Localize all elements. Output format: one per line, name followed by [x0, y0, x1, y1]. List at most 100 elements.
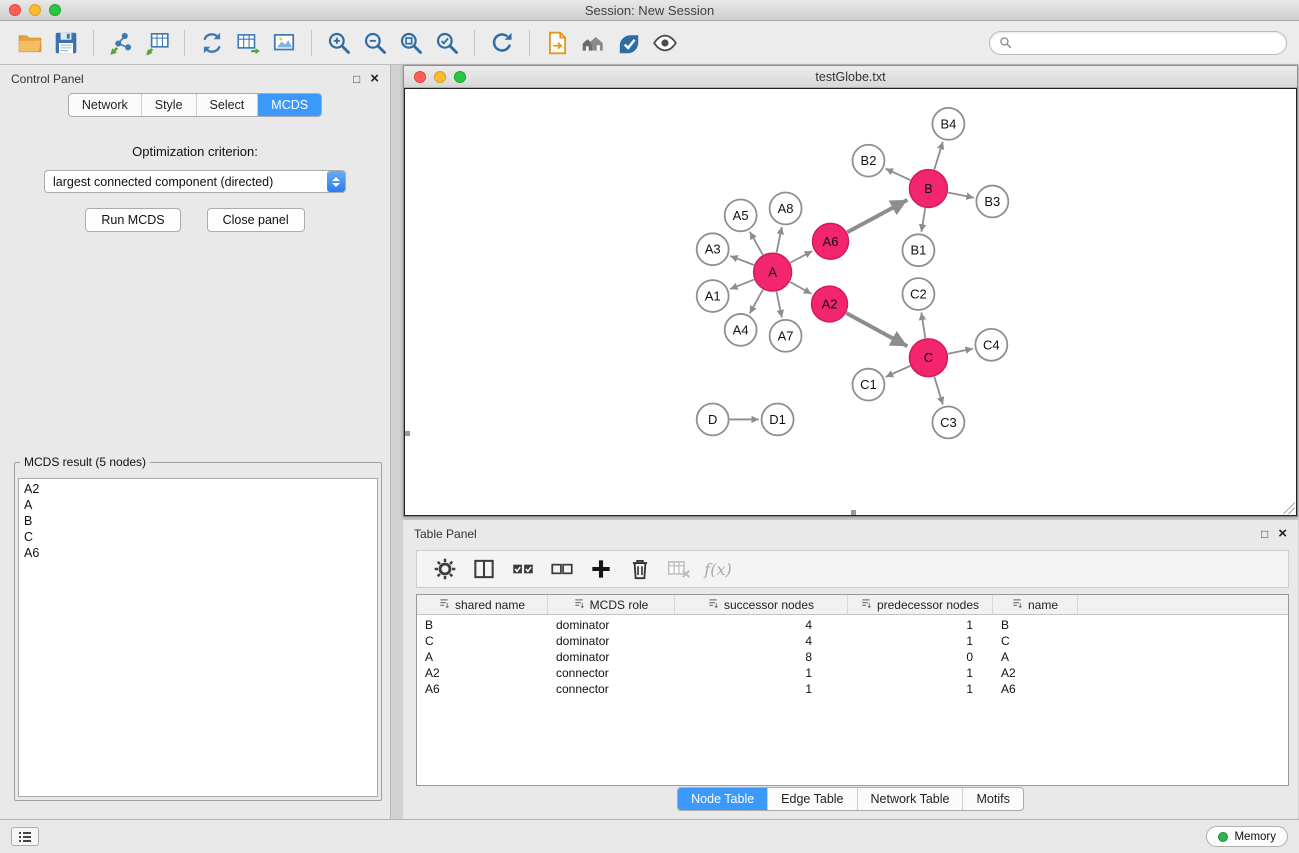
- mcds-result-item[interactable]: A2: [24, 481, 372, 497]
- network-minimize-button[interactable]: [434, 71, 446, 83]
- float-table-panel-icon[interactable]: □: [1261, 528, 1268, 540]
- edge-B-B3[interactable]: [948, 192, 974, 197]
- edge-B-B1[interactable]: [921, 208, 925, 232]
- node-D[interactable]: D: [697, 404, 729, 436]
- network-close-button[interactable]: [414, 71, 426, 83]
- zoom-in-icon[interactable]: [321, 27, 357, 59]
- node-A[interactable]: A: [754, 253, 792, 291]
- memory-button[interactable]: Memory: [1206, 826, 1288, 847]
- close-window-button[interactable]: [9, 4, 21, 16]
- import-table-from-file-icon[interactable]: [139, 27, 175, 59]
- edge-C-C2[interactable]: [921, 313, 925, 339]
- save-session-icon[interactable]: [48, 27, 84, 59]
- edge-A-A2[interactable]: [790, 282, 811, 294]
- minimize-window-button[interactable]: [29, 4, 41, 16]
- column-header-name[interactable]: name: [993, 595, 1078, 614]
- node-B2[interactable]: B2: [852, 145, 884, 177]
- document-export-icon[interactable]: [539, 27, 575, 59]
- eye-icon[interactable]: [647, 27, 683, 59]
- optimization-criterion-dropdown[interactable]: largest connected component (directed): [44, 170, 346, 193]
- clone-network-icon[interactable]: [194, 27, 230, 59]
- mcds-result-item[interactable]: A6: [24, 545, 372, 561]
- gear-icon[interactable]: [427, 554, 463, 584]
- close-panel-button[interactable]: Close panel: [207, 208, 305, 232]
- table-row[interactable]: A2connector11A2: [417, 665, 1288, 681]
- node-A4[interactable]: A4: [725, 314, 757, 346]
- tab-select[interactable]: Select: [197, 94, 259, 116]
- node-A2[interactable]: A2: [812, 286, 848, 322]
- node-C4[interactable]: C4: [975, 329, 1007, 361]
- node-A7[interactable]: A7: [770, 320, 802, 352]
- node-B1[interactable]: B1: [902, 234, 934, 266]
- node-B[interactable]: B: [909, 170, 947, 208]
- export-image-icon[interactable]: [266, 27, 302, 59]
- node-C3[interactable]: C3: [932, 407, 964, 439]
- edge-A-A3[interactable]: [730, 256, 754, 265]
- column-header-predecessor-nodes[interactable]: predecessor nodes: [848, 595, 993, 614]
- node-C2[interactable]: C2: [902, 278, 934, 310]
- export-table-icon[interactable]: [230, 27, 266, 59]
- houses-icon[interactable]: [575, 27, 611, 59]
- search-input[interactable]: [1018, 36, 1277, 50]
- node-A3[interactable]: A3: [697, 233, 729, 265]
- tab-mcds[interactable]: MCDS: [258, 94, 321, 116]
- edge-A-A5[interactable]: [750, 232, 763, 255]
- table-tab-node-table[interactable]: Node Table: [678, 788, 768, 810]
- tab-style[interactable]: Style: [142, 94, 197, 116]
- unselect-all-icon[interactable]: [544, 554, 580, 584]
- edge-A-A7[interactable]: [777, 292, 782, 318]
- node-A1[interactable]: A1: [697, 280, 729, 312]
- check-badge-icon[interactable]: [611, 27, 647, 59]
- edge-C-C1[interactable]: [886, 366, 911, 377]
- edge-A-A1[interactable]: [730, 280, 754, 290]
- edge-A-A8[interactable]: [777, 227, 782, 253]
- add-icon[interactable]: [583, 554, 619, 584]
- edge-A-A4[interactable]: [750, 290, 763, 314]
- node-B3[interactable]: B3: [976, 186, 1008, 218]
- table-tab-network-table[interactable]: Network Table: [858, 788, 964, 810]
- table-row[interactable]: Bdominator41B: [417, 617, 1288, 633]
- column-header-mcds-role[interactable]: MCDS role: [548, 595, 675, 614]
- node-C1[interactable]: C1: [852, 369, 884, 401]
- mcds-result-list[interactable]: A2ABCA6: [18, 478, 378, 797]
- close-panel-icon[interactable]: ×: [370, 71, 379, 86]
- import-network-from-file-icon[interactable]: [103, 27, 139, 59]
- node-A6[interactable]: A6: [813, 223, 849, 259]
- edge-B-B4[interactable]: [934, 142, 943, 170]
- edge-C-C3[interactable]: [934, 377, 943, 405]
- zoom-window-button[interactable]: [49, 4, 61, 16]
- node-A8[interactable]: A8: [770, 193, 802, 225]
- columns-icon[interactable]: [466, 554, 502, 584]
- close-table-panel-icon[interactable]: ×: [1278, 526, 1287, 541]
- table-tab-motifs[interactable]: Motifs: [963, 788, 1022, 810]
- edge-A6-B[interactable]: [847, 200, 907, 232]
- node-A5[interactable]: A5: [725, 199, 757, 231]
- node-C[interactable]: C: [909, 339, 947, 377]
- node-D1[interactable]: D1: [762, 404, 794, 436]
- select-all-icon[interactable]: [505, 554, 541, 584]
- edge-C-C4[interactable]: [948, 349, 973, 354]
- zoom-fit-icon[interactable]: [393, 27, 429, 59]
- column-header-shared-name[interactable]: shared name: [417, 595, 548, 614]
- zoom-out-icon[interactable]: [357, 27, 393, 59]
- zoom-selected-icon[interactable]: [429, 27, 465, 59]
- edge-B-B2[interactable]: [885, 169, 910, 181]
- mcds-result-item[interactable]: A: [24, 497, 372, 513]
- network-zoom-button[interactable]: [454, 71, 466, 83]
- table-row[interactable]: Cdominator41C: [417, 633, 1288, 649]
- resize-grip[interactable]: [1283, 502, 1295, 514]
- refresh-network-icon[interactable]: [484, 27, 520, 59]
- mcds-result-item[interactable]: B: [24, 513, 372, 529]
- edge-A-A6[interactable]: [790, 251, 812, 263]
- mcds-result-item[interactable]: C: [24, 529, 372, 545]
- tab-network[interactable]: Network: [69, 94, 142, 116]
- search-box[interactable]: [989, 31, 1287, 55]
- table-row[interactable]: A6connector11A6: [417, 681, 1288, 697]
- edge-A2-C[interactable]: [846, 313, 907, 346]
- node-B4[interactable]: B4: [932, 108, 964, 140]
- delete-icon[interactable]: [622, 554, 658, 584]
- table-row[interactable]: Adominator80A: [417, 649, 1288, 665]
- open-session-icon[interactable]: [12, 27, 48, 59]
- column-header-successor-nodes[interactable]: successor nodes: [675, 595, 848, 614]
- task-history-button[interactable]: [11, 827, 39, 846]
